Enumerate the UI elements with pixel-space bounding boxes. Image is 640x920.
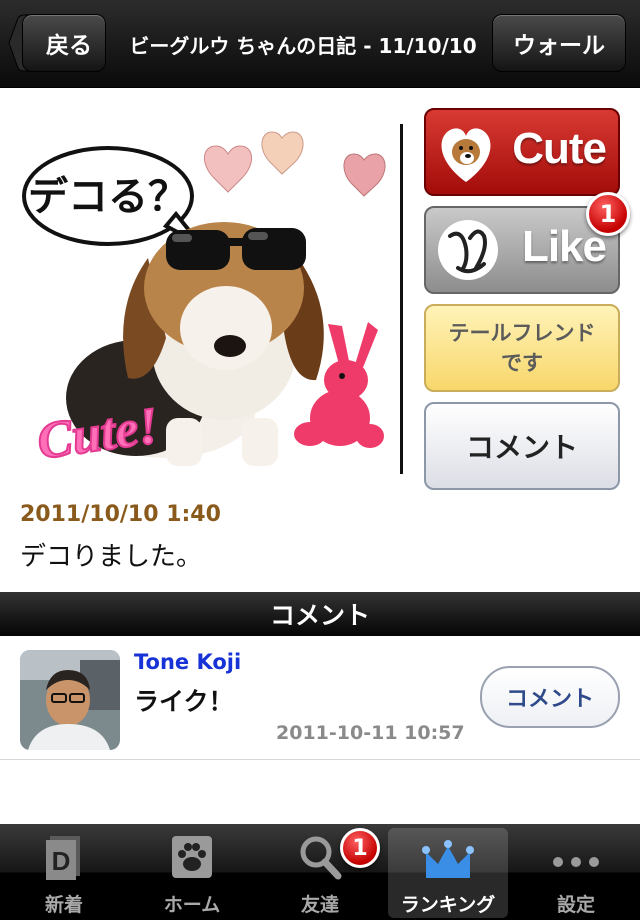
svg-text:D: D bbox=[52, 846, 71, 876]
tab-label: 新着 bbox=[44, 894, 83, 916]
comments-header: コメント bbox=[0, 592, 640, 636]
tab-label: ホーム bbox=[163, 894, 221, 916]
tab-settings[interactable]: 設定 bbox=[512, 824, 640, 920]
speech-text: デコる？ bbox=[28, 174, 188, 220]
tab-label: 友達 bbox=[300, 894, 339, 916]
diary-content: デコる？ Cute! Cute Like 1 テールフレンドです コメント 20… bbox=[0, 88, 640, 824]
tab-bar: D 新着 ホーム 友達 1 ランキング 設定 bbox=[0, 824, 640, 920]
post-text: デコりました。 bbox=[20, 542, 203, 572]
tab-label: ランキング bbox=[400, 894, 496, 916]
back-button[interactable]: 戻る bbox=[22, 14, 106, 72]
tab-new[interactable]: D 新着 bbox=[0, 824, 128, 920]
commenter-name[interactable]: Tone Koji bbox=[134, 650, 241, 674]
comment-button[interactable]: コメント bbox=[424, 402, 620, 490]
cute-button[interactable]: Cute bbox=[424, 108, 620, 196]
avatar[interactable] bbox=[20, 650, 120, 750]
heart-decoration-icon bbox=[204, 131, 386, 197]
like-thumb-icon bbox=[438, 220, 498, 280]
reply-comment-button[interactable]: コメント bbox=[480, 666, 620, 728]
friends-badge: 1 bbox=[340, 828, 380, 868]
page-title: ビーグルウ ちゃんの日記 - 11/10/10 bbox=[129, 34, 477, 58]
divider bbox=[400, 124, 403, 474]
magnifier-icon bbox=[300, 836, 342, 880]
tab-home[interactable]: ホーム bbox=[128, 824, 256, 920]
tab-label: 設定 bbox=[556, 894, 595, 916]
beagle-heart-icon bbox=[441, 128, 491, 182]
tail-friend-button[interactable]: テールフレンドです bbox=[424, 304, 620, 392]
d-icon: D bbox=[46, 836, 80, 880]
like-count-badge: 1 bbox=[586, 192, 630, 236]
more-dots-icon bbox=[553, 857, 599, 867]
paw-icon bbox=[172, 836, 212, 878]
navigation-bar: 戻る ビーグルウ ちゃんの日記 - 11/10/10 ウォール bbox=[0, 0, 640, 88]
post-date: 2011/10/10 1:40 bbox=[20, 502, 221, 527]
cute-stamp: Cute! bbox=[34, 397, 162, 470]
comment-timestamp: 2011-10-11 10:57 bbox=[276, 722, 465, 744]
speech-bubble: デコる？ bbox=[22, 146, 202, 246]
cute-label: Cute bbox=[512, 124, 607, 173]
crown-icon bbox=[422, 840, 474, 878]
diary-photo[interactable]: デコる？ Cute! bbox=[16, 118, 394, 478]
comment-item: Tone Koji ライク！ 2011-10-11 10:57 コメント bbox=[0, 636, 640, 760]
tab-ranking[interactable]: ランキング bbox=[388, 828, 508, 918]
wall-button[interactable]: ウォール bbox=[492, 14, 626, 72]
comment-text: ライク！ bbox=[134, 687, 234, 716]
